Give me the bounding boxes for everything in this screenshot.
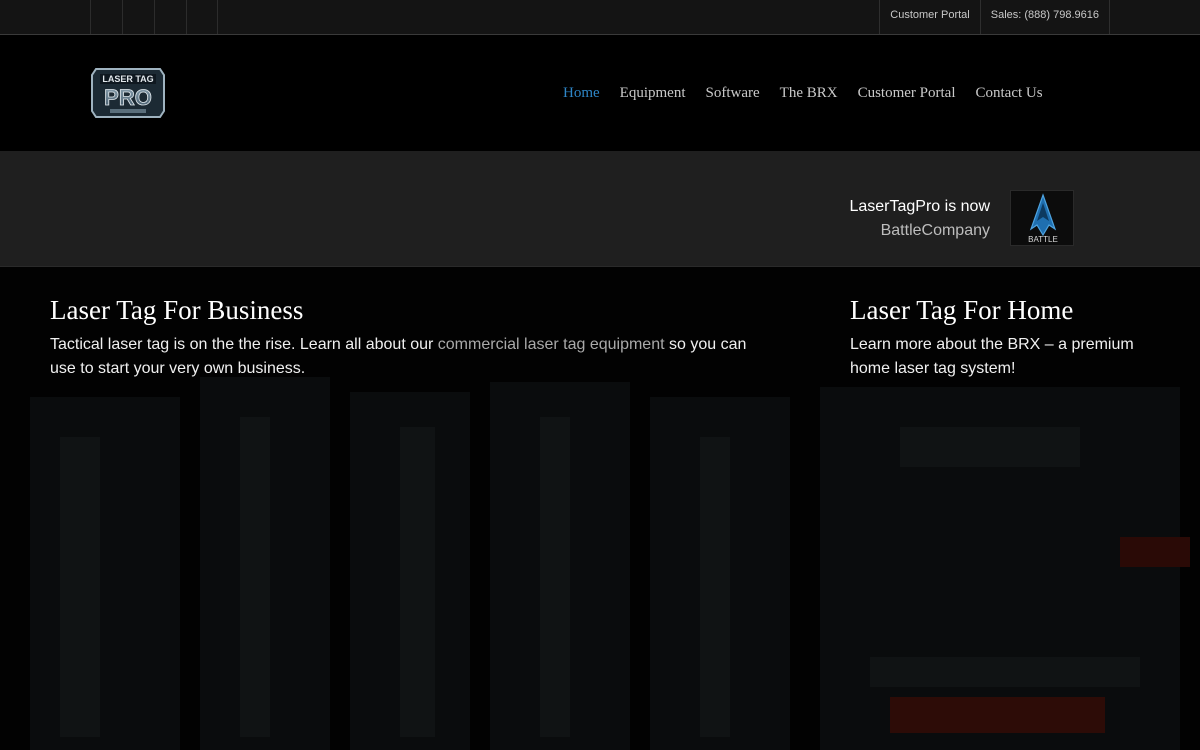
business-text-before: Tactical laser tag is on the the rise. L…	[50, 336, 438, 353]
twitter-icon[interactable]	[122, 0, 154, 34]
business-heading[interactable]: Laser Tag For Business	[50, 293, 770, 327]
youtube-icon[interactable]	[154, 0, 186, 34]
linkedin-icon[interactable]	[186, 0, 218, 34]
svg-text:LASER TAG: LASER TAG	[102, 74, 153, 84]
laser-tag-pro-logo[interactable]: LASER TAG PRO	[90, 65, 166, 121]
rebrand-line-2: BattleCompany	[880, 222, 990, 239]
hero-section: Laser Tag For Business Tactical laser ta…	[0, 267, 1200, 750]
rebrand-notice[interactable]: LaserTagPro is now BattleCompany	[849, 195, 990, 243]
site-header: LASER TAG PRO Home Equipment Software Th…	[0, 35, 1200, 151]
home-description: Learn more about the BRX – a premium hom…	[850, 336, 1134, 377]
battle-badge-text: BATTLE	[1028, 235, 1058, 244]
battlecompany-logo[interactable]: BATTLE	[1010, 190, 1074, 246]
facebook-icon[interactable]	[90, 0, 122, 34]
top-links: Customer Portal Sales: (888) 798.9616	[879, 0, 1110, 34]
nav-home[interactable]: Home	[553, 83, 610, 103]
nav-contact-us[interactable]: Contact Us	[966, 83, 1053, 103]
commercial-equipment-link[interactable]: commercial laser tag equipment	[438, 336, 665, 353]
svg-text:PRO: PRO	[104, 85, 152, 110]
business-column: Laser Tag For Business Tactical laser ta…	[50, 293, 770, 381]
business-description: Tactical laser tag is on the the rise. L…	[50, 333, 770, 381]
main-nav: Home Equipment Software The BRX Customer…	[553, 83, 1053, 103]
top-customer-portal-link[interactable]: Customer Portal	[879, 0, 979, 34]
sales-phone-link[interactable]: Sales: (888) 798.9616	[979, 0, 1110, 34]
top-utility-bar: Customer Portal Sales: (888) 798.9616	[0, 0, 1200, 35]
social-links	[90, 0, 218, 34]
home-column: Laser Tag For Home Learn more about the …	[850, 293, 1160, 381]
nav-the-brx[interactable]: The BRX	[770, 83, 848, 103]
nav-equipment[interactable]: Equipment	[610, 83, 696, 103]
nav-software[interactable]: Software	[696, 83, 770, 103]
home-heading[interactable]: Laser Tag For Home	[850, 293, 1160, 327]
nav-customer-portal[interactable]: Customer Portal	[848, 83, 966, 103]
announcement-band: LaserTagPro is now BattleCompany BATTLE	[0, 151, 1200, 267]
rebrand-line-1: LaserTagPro is now	[849, 198, 990, 215]
